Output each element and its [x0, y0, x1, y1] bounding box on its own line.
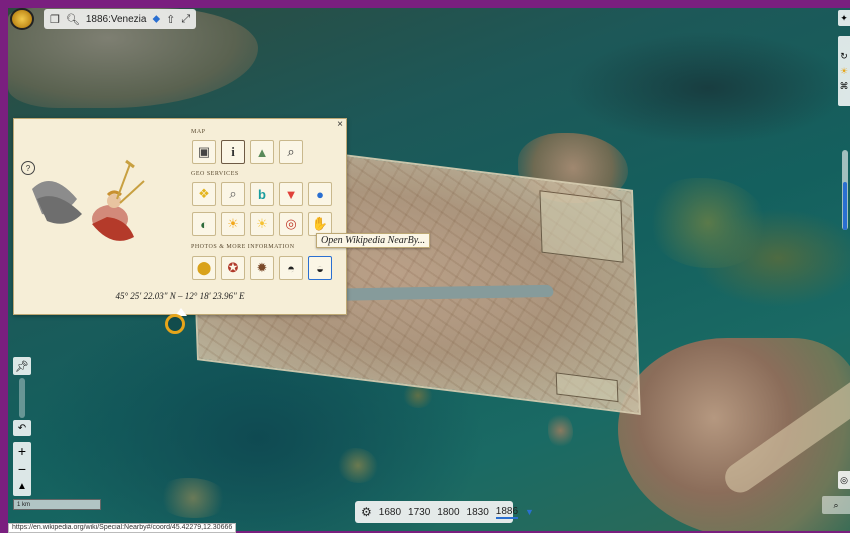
- close-icon[interactable]: ×: [337, 119, 343, 130]
- wikipedia-nearby-tooltip: Open Wikipedia NearBy...: [316, 233, 431, 248]
- wikipedia-de-icon: ◓: [287, 260, 295, 276]
- year-1800[interactable]: 1800: [437, 507, 459, 518]
- section-photos-heading: PHOTOS & MORE INFORMATION: [191, 244, 295, 250]
- bing-icon: b: [258, 186, 266, 202]
- pin-icon: ⬤: [196, 260, 212, 275]
- top-toolbar: ❐ 🔍︎ 1886:Venezia ⬥ ⇧ ⤢: [10, 8, 197, 30]
- angel-illustration: [32, 159, 145, 241]
- map-buttons: ▣ i ▲ ⌕: [192, 140, 303, 164]
- year-1886[interactable]: 1886: [495, 506, 519, 519]
- compass-rose-icon: ✹: [256, 260, 268, 275]
- year-1830[interactable]: 1830: [467, 507, 489, 518]
- opacity-slider[interactable]: [19, 378, 25, 418]
- island: [158, 478, 228, 518]
- geo-search-button[interactable]: ⌕: [221, 182, 245, 206]
- target-button[interactable]: ◎: [279, 212, 303, 236]
- compass-icon: ✪: [227, 260, 239, 275]
- wikipedia-icon: ◒: [316, 260, 324, 276]
- compass-rose-button[interactable]: ✹: [250, 256, 274, 280]
- settings-icon[interactable]: ⬥: [152, 13, 160, 26]
- earth-button[interactable]: ◐: [192, 212, 216, 236]
- google-maps-button[interactable]: ▼: [279, 182, 303, 206]
- north-arrow-icon[interactable]: ▲: [17, 478, 27, 496]
- zoom-control: + − ▲: [13, 442, 31, 496]
- pinpoint-button[interactable]: ⬤: [192, 256, 216, 280]
- map-pin-icon: ▼: [284, 186, 298, 202]
- search-icon: ⌕: [229, 186, 237, 201]
- fullscreen-icon[interactable]: ⤢: [181, 13, 190, 26]
- dropdown-icon[interactable]: ▼: [525, 507, 534, 517]
- earth-icon: ◐: [200, 216, 208, 232]
- layers-icon[interactable]: ⌘: [840, 81, 849, 92]
- zoom-in-button[interactable]: +: [18, 442, 26, 460]
- year-1680[interactable]: 1680: [379, 507, 401, 518]
- location-marker-icon[interactable]: [165, 314, 185, 334]
- rotate-back-icon[interactable]: ↶: [13, 420, 31, 436]
- layer-selector[interactable]: ❐ 🔍︎ 1886:Venezia ⬥ ⇧ ⤢: [44, 9, 197, 29]
- map-cartouche: [539, 190, 624, 263]
- magnify-icon: ⌕: [287, 144, 295, 159]
- google-earth-button[interactable]: ❖: [192, 182, 216, 206]
- info-button[interactable]: i: [221, 140, 245, 164]
- geo-buttons-row-1: ❖ ⌕ b ▼ ●: [192, 182, 332, 206]
- sunset-button[interactable]: ☀: [250, 212, 274, 236]
- location-popup: × ? MAP ▣ i ▲ ⌕ GEO SERVICES ❖ ⌕ b ▼ ● ◐…: [13, 118, 347, 315]
- sun-icon[interactable]: ☀: [840, 66, 848, 77]
- geo-buttons-row-2: ◐ ☀ ☀ ◎ ✋: [192, 212, 332, 236]
- layer-label[interactable]: 1886:Venezia: [86, 14, 147, 25]
- map-layer-button[interactable]: ▣: [192, 140, 216, 164]
- hands-icon: ✋: [311, 216, 329, 231]
- right-slider[interactable]: [842, 150, 848, 230]
- target-icon: ◎: [285, 216, 297, 231]
- wikipedia-de-button[interactable]: ◓: [279, 256, 303, 280]
- section-map-heading: MAP: [191, 129, 206, 135]
- island: [548, 413, 573, 448]
- photo-button[interactable]: ▲: [250, 140, 274, 164]
- island: [338, 448, 378, 483]
- globe-icon: ●: [316, 186, 324, 202]
- expand-icon[interactable]: ✦: [838, 10, 850, 26]
- sun-button[interactable]: ☀: [221, 212, 245, 236]
- compass-button[interactable]: ✪: [221, 256, 245, 280]
- pinwheel-icon: ❖: [198, 186, 210, 201]
- sun-icon: ☀: [227, 216, 239, 231]
- search-icon[interactable]: 🔍︎: [66, 13, 80, 26]
- right-tool-column: ↻ ☀ ⌘: [838, 36, 850, 106]
- share-icon[interactable]: ⇧: [166, 13, 175, 26]
- info-buttons: ⬤ ✪ ✹ ◓ ◒: [192, 256, 332, 280]
- pin-icon[interactable]: 📌︎: [13, 357, 31, 375]
- section-geo-heading: GEO SERVICES: [191, 171, 239, 177]
- photo-icon: ▲: [255, 144, 269, 160]
- app-logo-icon[interactable]: [10, 8, 34, 30]
- scale-bar: 1 km: [13, 499, 101, 510]
- map-legend: [555, 372, 619, 403]
- sunset-icon: ☀: [256, 216, 268, 231]
- year-1730[interactable]: 1730: [408, 507, 430, 518]
- map-search-icon[interactable]: ⌕: [822, 496, 850, 514]
- coordinates-text: 45° 25' 22.03" N – 12° 18' 23.96" E: [115, 291, 245, 301]
- status-url: https://en.wikipedia.org/wiki/Special:Ne…: [8, 523, 237, 533]
- locate-icon[interactable]: ◎: [838, 471, 850, 489]
- map-layer-icon: ▣: [197, 144, 211, 159]
- globe-button[interactable]: ●: [308, 182, 332, 206]
- info-icon: i: [231, 144, 235, 159]
- year-timeline: ⚙ 1680 1730 1800 1830 1886 ▼: [355, 501, 534, 523]
- magnify-button[interactable]: ⌕: [279, 140, 303, 164]
- wikipedia-nearby-button[interactable]: ◒: [308, 256, 332, 280]
- rotate-icon[interactable]: ↻: [840, 51, 848, 62]
- bing-button[interactable]: b: [250, 182, 274, 206]
- layers-icon[interactable]: ❐: [50, 13, 60, 26]
- right-slider-fill: [843, 182, 847, 230]
- zoom-out-button[interactable]: −: [18, 460, 26, 478]
- island: [648, 178, 768, 268]
- timeline-settings-icon[interactable]: ⚙: [361, 505, 372, 519]
